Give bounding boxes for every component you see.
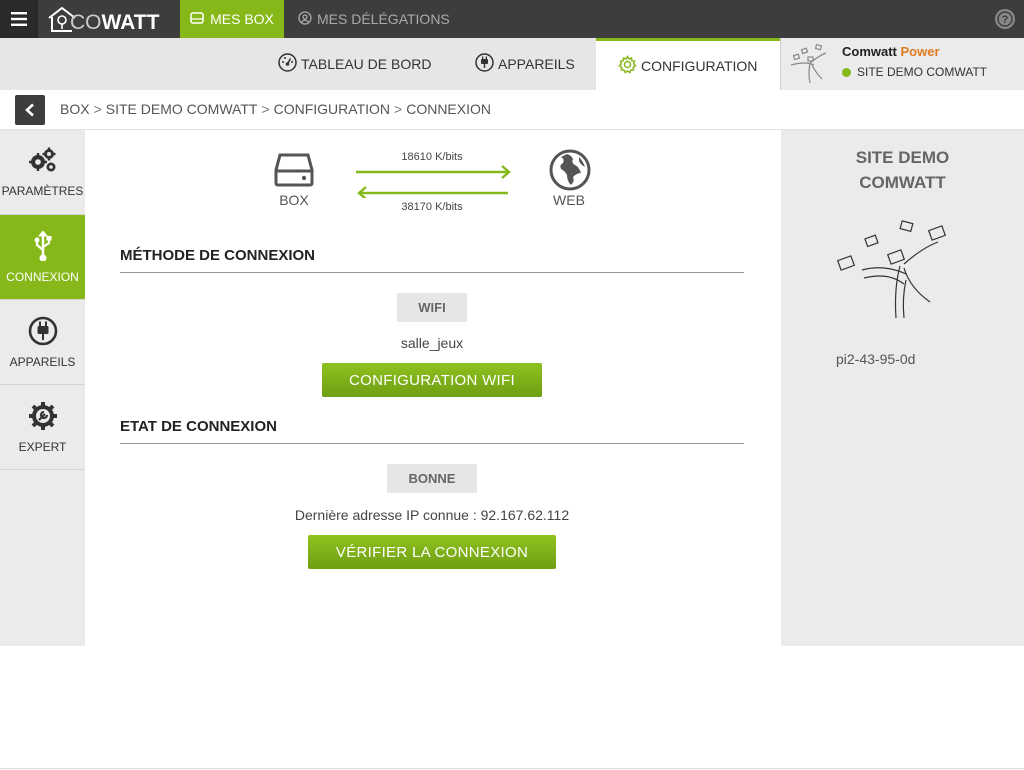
- sidebar-item-parametres[interactable]: PARAMÈTRES: [0, 130, 85, 215]
- box-device-icon: [274, 152, 314, 192]
- tab-appareils-label: APPAREILS: [498, 56, 575, 72]
- tab-mes-delegations-label: MES DÉLÉGATIONS: [317, 11, 450, 27]
- site-status-label: SITE DEMO COMWATT: [857, 65, 987, 79]
- help-icon[interactable]: ?: [994, 8, 1016, 30]
- plug-icon: [28, 316, 58, 349]
- site-name: SITE DEMO COMWATT: [781, 145, 1024, 195]
- sidebar-item-expert[interactable]: EXPERT: [0, 385, 85, 470]
- tab-configuration-label: CONFIGURATION: [641, 57, 758, 74]
- web-label: WEB: [553, 192, 585, 208]
- breadcrumb-configuration[interactable]: CONFIGURATION: [274, 101, 390, 117]
- site-name-line-1: SITE DEMO: [855, 148, 950, 167]
- tab-mes-box-label: MES BOX: [210, 11, 274, 27]
- svg-text:?: ?: [1002, 14, 1009, 26]
- wifi-ssid: salle_jeux: [400, 335, 464, 351]
- usb-icon: [32, 229, 54, 264]
- breadcrumb-connexion: CONNEXION: [406, 101, 491, 117]
- tab-appareils[interactable]: APPAREILS: [475, 38, 575, 90]
- site-logo-icon: [790, 43, 827, 84]
- sidebar-item-appareils-label: APPAREILS: [9, 354, 76, 369]
- breadcrumb-bar: BOX > SITE DEMO COMWATT > CONFIGURATION …: [0, 90, 1024, 130]
- globe-icon: [549, 149, 591, 196]
- footer-divider: [0, 768, 1024, 769]
- sidebar-item-appareils[interactable]: APPAREILS: [0, 300, 85, 385]
- tab-configuration[interactable]: CONFIGURATION: [596, 38, 780, 90]
- plug-icon: [475, 53, 494, 75]
- upload-rate: 18610 K/bits: [401, 151, 463, 163]
- verify-connection-button[interactable]: VÉRIFIER LA CONNEXION: [308, 535, 556, 569]
- breadcrumb-separator: >: [93, 101, 102, 117]
- back-button[interactable]: [15, 95, 45, 125]
- transfer-arrows: [356, 165, 511, 198]
- connection-type-badge: WIFI: [397, 293, 467, 322]
- gear-icon: [618, 54, 637, 77]
- top-bar: COWATT MES BOX MES DÉLÉGATIONS ?: [0, 0, 1024, 38]
- site-name-line-2: COMWATT: [859, 173, 946, 192]
- sidebar-item-connexion-label: CONNEXION: [6, 269, 79, 284]
- tab-mes-delegations[interactable]: MES DÉLÉGATIONS: [298, 0, 450, 38]
- breadcrumb: BOX > SITE DEMO COMWATT > CONFIGURATION …: [60, 101, 491, 117]
- section-divider: [120, 443, 744, 444]
- download-rate: 38170 K/bits: [401, 201, 463, 213]
- box-icon: [190, 11, 204, 27]
- breadcrumb-separator: >: [261, 101, 270, 117]
- breadcrumb-box[interactable]: BOX: [60, 101, 90, 117]
- comwatt-logo[interactable]: COWATT: [46, 4, 170, 34]
- tab-tableau-de-bord[interactable]: TABLEAU DE BORD: [278, 38, 431, 90]
- etat-connexion-title: ETAT DE CONNEXION: [120, 418, 277, 435]
- chevron-left-icon: [25, 103, 34, 117]
- menu-icon[interactable]: [0, 0, 38, 38]
- sidebar-item-parametres-label: PARAMÈTRES: [1, 183, 84, 198]
- connection-status-badge: BONNE: [387, 464, 477, 493]
- site-selector[interactable]: Comwatt Power SITE DEMO COMWATT: [780, 38, 1024, 90]
- gears-icon: [28, 147, 58, 178]
- sidebar-item-expert-label: EXPERT: [18, 439, 67, 454]
- site-info-panel: SITE DEMO COMWATT pi2-43-95-0d: [781, 130, 1024, 646]
- site-brand: Comwatt Power: [842, 44, 940, 59]
- logo-text-co: CO: [70, 11, 102, 34]
- device-id: pi2-43-95-0d: [836, 351, 916, 367]
- tab-mes-box[interactable]: MES BOX: [180, 0, 284, 38]
- sidebar-item-connexion[interactable]: CONNEXION: [0, 215, 85, 300]
- tab-tableau-de-bord-label: TABLEAU DE BORD: [301, 56, 432, 72]
- breadcrumb-separator: >: [394, 101, 403, 117]
- delegation-icon: [298, 10, 312, 28]
- gauge-icon: [278, 53, 297, 75]
- breadcrumb-site[interactable]: SITE DEMO COMWATT: [106, 101, 258, 117]
- brand-name: Comwatt: [842, 44, 897, 59]
- status-dot: [842, 67, 851, 77]
- site-status: SITE DEMO COMWATT: [842, 65, 987, 79]
- main-content: BOX 18610 K/bits 38170 K/bits WEB MÉTHOD…: [85, 130, 781, 646]
- section-divider: [120, 272, 744, 273]
- logo-text-watt: WATT: [101, 11, 160, 34]
- config-sidebar: PARAMÈTRES CONNEXION APPAREILS EXPERT: [0, 130, 85, 646]
- methode-connexion-title: MÉTHODE DE CONNEXION: [120, 247, 316, 264]
- site-illustration-icon: [836, 220, 947, 319]
- configuration-wifi-button[interactable]: CONFIGURATION WIFI: [322, 363, 542, 397]
- wrench-gear-icon: [28, 401, 58, 434]
- brand-power: Power: [900, 44, 940, 59]
- box-label: BOX: [279, 192, 309, 208]
- last-ip-address: Dernière adresse IP connue : 92.167.62.1…: [294, 507, 570, 523]
